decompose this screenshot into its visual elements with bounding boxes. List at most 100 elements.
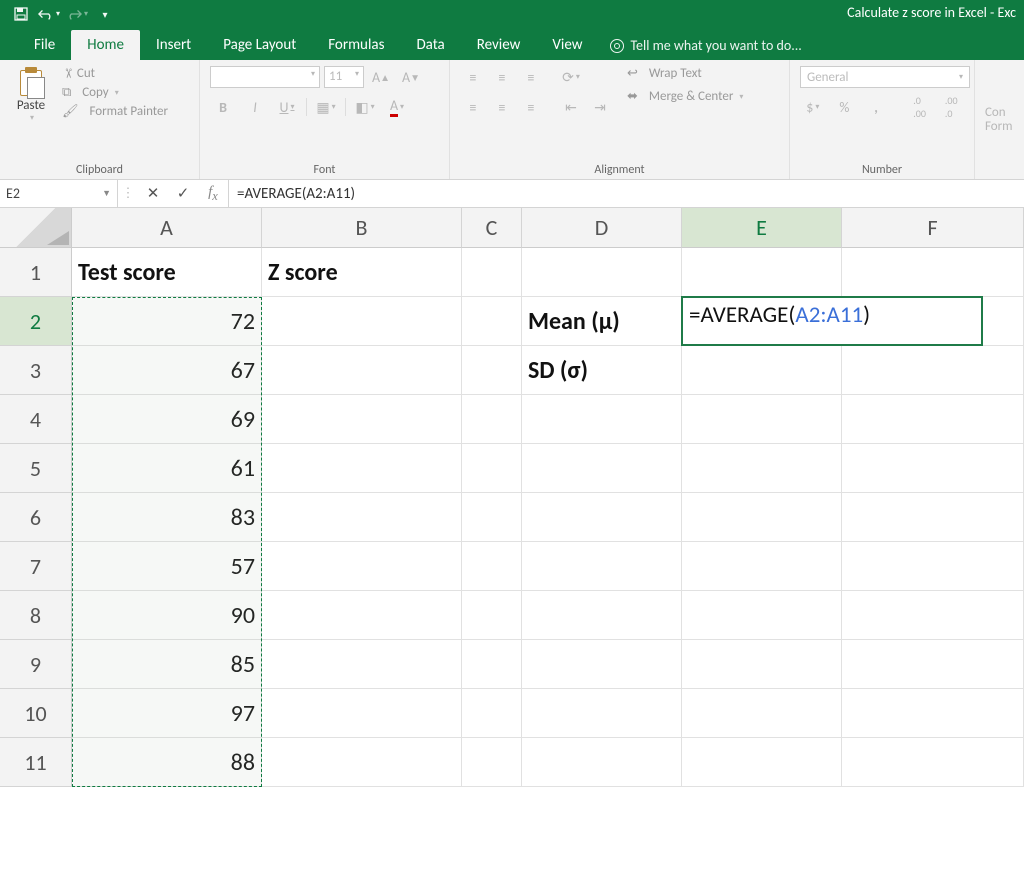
cell-B5[interactable]: [262, 444, 462, 493]
tell-me-search[interactable]: Tell me what you want to do...: [598, 31, 813, 60]
tab-page-layout[interactable]: Page Layout: [207, 30, 312, 60]
paste-button[interactable]: Paste ▾: [10, 66, 52, 123]
enter-formula-button[interactable]: ✓: [168, 184, 198, 203]
font-size-input[interactable]: 11▾: [324, 66, 364, 88]
tab-review[interactable]: Review: [461, 30, 537, 60]
cell-E8[interactable]: [682, 591, 842, 640]
qat-customize-icon[interactable]: ▾: [94, 3, 116, 25]
align-left-icon[interactable]: ≡: [460, 96, 486, 118]
increase-decimal-icon[interactable]: .0.00: [907, 96, 933, 118]
cell-B1[interactable]: Z score: [262, 248, 462, 297]
cell-D3[interactable]: SD (σ): [522, 346, 682, 395]
col-header-E[interactable]: E: [682, 208, 842, 248]
increase-indent-icon[interactable]: ⇥: [587, 96, 613, 118]
spreadsheet-grid[interactable]: A B C D E F 1234567891011 Test scoreZ sc…: [0, 208, 1024, 873]
cell-C6[interactable]: [462, 493, 522, 542]
cell-B10[interactable]: [262, 689, 462, 738]
row-header-2[interactable]: 2: [0, 297, 72, 346]
tab-home[interactable]: Home: [71, 30, 140, 60]
col-header-D[interactable]: D: [522, 208, 682, 248]
cell-C8[interactable]: [462, 591, 522, 640]
cell-C4[interactable]: [462, 395, 522, 444]
active-cell-editor[interactable]: =AVERAGE(A2:A11): [681, 296, 983, 346]
cell-D6[interactable]: [522, 493, 682, 542]
row-header-6[interactable]: 6: [0, 493, 72, 542]
cell-D1[interactable]: [522, 248, 682, 297]
row-header-11[interactable]: 11: [0, 738, 72, 787]
cut-button[interactable]: ✂Cut: [62, 66, 168, 81]
col-header-F[interactable]: F: [842, 208, 1024, 248]
cell-E10[interactable]: [682, 689, 842, 738]
font-name-input[interactable]: ▾: [210, 66, 320, 88]
number-format-select[interactable]: General▾: [800, 66, 970, 88]
cell-C9[interactable]: [462, 640, 522, 689]
cell-B9[interactable]: [262, 640, 462, 689]
cell-E7[interactable]: [682, 542, 842, 591]
cell-F3[interactable]: [842, 346, 1024, 395]
cell-C3[interactable]: [462, 346, 522, 395]
cell-E1[interactable]: [682, 248, 842, 297]
tab-formulas[interactable]: Formulas: [312, 30, 400, 60]
cell-F11[interactable]: [842, 738, 1024, 787]
cell-F1[interactable]: [842, 248, 1024, 297]
cell-D8[interactable]: [522, 591, 682, 640]
underline-button[interactable]: U▾: [274, 96, 300, 118]
font-color-button[interactable]: A▾: [384, 96, 410, 118]
undo-icon[interactable]: ▾: [38, 3, 60, 25]
cell-D2[interactable]: Mean (μ): [522, 297, 682, 346]
cell-B11[interactable]: [262, 738, 462, 787]
tab-file[interactable]: File: [18, 30, 71, 60]
cell-C5[interactable]: [462, 444, 522, 493]
row-header-9[interactable]: 9: [0, 640, 72, 689]
cell-B2[interactable]: [262, 297, 462, 346]
italic-button[interactable]: I: [242, 96, 268, 118]
percent-format-icon[interactable]: %: [832, 96, 858, 118]
cell-B4[interactable]: [262, 395, 462, 444]
row-header-10[interactable]: 10: [0, 689, 72, 738]
cell-C11[interactable]: [462, 738, 522, 787]
decrease-decimal-icon[interactable]: .00.0: [938, 96, 964, 118]
row-header-7[interactable]: 7: [0, 542, 72, 591]
cell-B3[interactable]: [262, 346, 462, 395]
cell-D4[interactable]: [522, 395, 682, 444]
align-bottom-icon[interactable]: ≡: [518, 66, 544, 88]
cell-E9[interactable]: [682, 640, 842, 689]
tab-data[interactable]: Data: [400, 30, 460, 60]
row-header-4[interactable]: 4: [0, 395, 72, 444]
merge-center-button[interactable]: ⬌ Merge & Center▾: [627, 89, 743, 104]
decrease-indent-icon[interactable]: ⇤: [558, 96, 584, 118]
tab-insert[interactable]: Insert: [140, 30, 207, 60]
wrap-text-button[interactable]: ↩ Wrap Text: [627, 66, 743, 81]
cell-E11[interactable]: [682, 738, 842, 787]
cell-A1[interactable]: Test score: [72, 248, 262, 297]
cell-C7[interactable]: [462, 542, 522, 591]
decrease-font-icon[interactable]: A▼: [398, 66, 424, 88]
cell-E5[interactable]: [682, 444, 842, 493]
insert-function-button[interactable]: fx: [198, 184, 228, 204]
cell-C2[interactable]: [462, 297, 522, 346]
cell-B7[interactable]: [262, 542, 462, 591]
cell-F9[interactable]: [842, 640, 1024, 689]
accounting-format-icon[interactable]: $▾: [800, 96, 826, 118]
cancel-formula-button[interactable]: ✕: [138, 184, 168, 203]
cell-C10[interactable]: [462, 689, 522, 738]
redo-icon[interactable]: ▾: [66, 3, 88, 25]
cell-E6[interactable]: [682, 493, 842, 542]
bold-button[interactable]: B: [210, 96, 236, 118]
row-header-3[interactable]: 3: [0, 346, 72, 395]
tab-view[interactable]: View: [536, 30, 598, 60]
row-header-8[interactable]: 8: [0, 591, 72, 640]
cell-D10[interactable]: [522, 689, 682, 738]
cell-F7[interactable]: [842, 542, 1024, 591]
align-top-icon[interactable]: ≡: [460, 66, 486, 88]
cell-E3[interactable]: [682, 346, 842, 395]
format-painter-button[interactable]: 🖌 Format Painter: [62, 104, 168, 119]
align-middle-icon[interactable]: ≡: [489, 66, 515, 88]
select-all-corner[interactable]: [0, 208, 72, 248]
row-header-1[interactable]: 1: [0, 248, 72, 297]
cell-F6[interactable]: [842, 493, 1024, 542]
borders-button[interactable]: ▦▾: [313, 96, 339, 118]
orientation-icon[interactable]: ⟳▾: [558, 66, 584, 88]
cond-format-button[interactable]: ConForm: [985, 106, 1014, 135]
increase-font-icon[interactable]: A▲: [368, 66, 394, 88]
